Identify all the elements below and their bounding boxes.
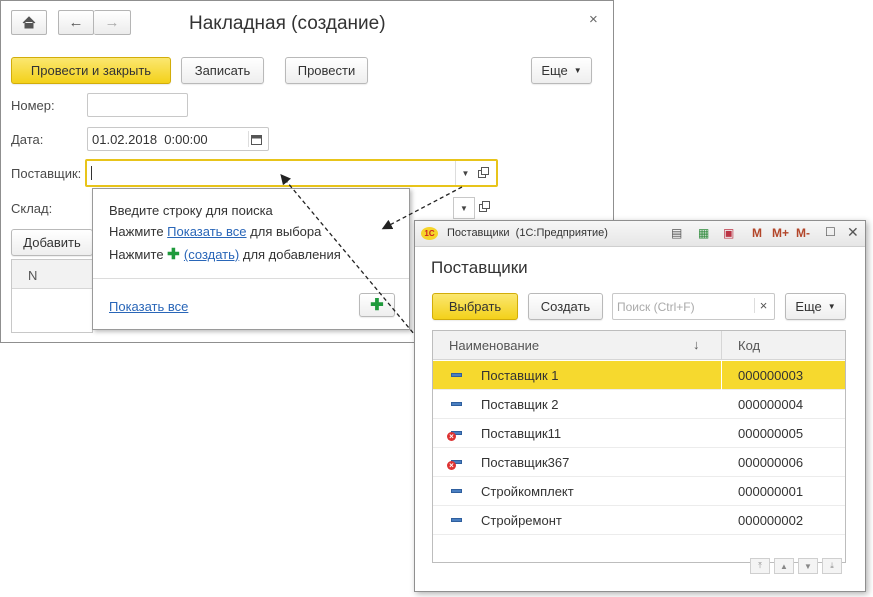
column-header-code[interactable]: Код xyxy=(738,338,760,353)
search-placeholder: Поиск (Ctrl+F) xyxy=(617,299,695,314)
chevron-down-icon: ▼ xyxy=(827,302,836,311)
row-code: 000000006 xyxy=(738,455,804,470)
triangle-down-icon: ▼ xyxy=(804,561,812,571)
deleted-item-icon xyxy=(447,460,462,470)
scroll-down-button[interactable]: ▼ xyxy=(798,558,818,574)
memory-m-button[interactable]: M xyxy=(752,226,762,240)
clear-icon[interactable]: × xyxy=(754,298,772,313)
row-name: Стройкомплект xyxy=(481,484,574,499)
table-header: Наименование ↓ Код xyxy=(433,331,845,360)
close-icon[interactable]: ✕ xyxy=(847,224,859,241)
table-row[interactable]: Стройремонт 000000002 xyxy=(433,506,845,535)
column-divider xyxy=(721,331,722,360)
triangle-up-icon: ▲ xyxy=(780,561,788,571)
more-button-label: Еще xyxy=(795,299,822,314)
suppliers-window: 1С Поставщики (1С:Предприятие) ▤ ▦ ▣ M M… xyxy=(414,220,866,592)
scroll-up-button[interactable]: ▲ xyxy=(774,558,794,574)
create-button[interactable]: Создать xyxy=(528,293,603,320)
search-input[interactable]: Поиск (Ctrl+F) × xyxy=(612,293,775,320)
maximize-icon[interactable]: ☐ xyxy=(825,225,836,239)
row-code: 000000003 xyxy=(738,368,804,383)
suppliers-heading: Поставщики xyxy=(431,258,528,277)
table-row[interactable]: Поставщик 2 000000004 xyxy=(433,390,845,419)
column-divider xyxy=(721,361,722,390)
sort-desc-icon: ↓ xyxy=(693,337,700,352)
deleted-item-icon xyxy=(447,431,462,441)
memory-plus-button[interactable]: M+ xyxy=(772,226,789,240)
item-icon xyxy=(451,402,462,406)
table-row[interactable]: Поставщик11 000000005 xyxy=(433,419,845,448)
table-row[interactable]: Поставщик367 000000006 xyxy=(433,448,845,477)
suppliers-table: Наименование ↓ Код Поставщик 1 000000003… xyxy=(432,330,846,563)
spreadsheet-icon[interactable]: ▦ xyxy=(698,226,709,240)
item-icon xyxy=(451,518,462,522)
row-code: 000000001 xyxy=(738,484,804,499)
column-header-name[interactable]: Наименование xyxy=(449,338,539,353)
row-name: Поставщик11 xyxy=(481,426,562,441)
row-name: Поставщик 2 xyxy=(481,397,559,412)
scroll-top-icon: ⤒ xyxy=(758,561,762,570)
calendar-icon[interactable]: ▣ xyxy=(723,226,734,240)
1c-logo-icon: 1С xyxy=(421,227,438,240)
table-row[interactable]: Стройкомплект 000000001 xyxy=(433,477,845,506)
scroll-top-button[interactable]: ⤒ xyxy=(750,558,770,574)
row-name: Поставщик367 xyxy=(481,455,570,470)
suppliers-titlebar: 1С Поставщики (1С:Предприятие) ▤ ▦ ▣ M M… xyxy=(415,221,865,247)
row-name: Поставщик 1 xyxy=(481,368,559,383)
row-code: 000000005 xyxy=(738,426,804,441)
row-code: 000000004 xyxy=(738,397,804,412)
scroll-bottom-icon: ⤓ xyxy=(830,561,834,570)
suppliers-window-title: Поставщики (1С:Предприятие) xyxy=(447,227,608,239)
more-button[interactable]: Еще ▼ xyxy=(785,293,846,320)
memory-minus-button[interactable]: M- xyxy=(796,226,810,240)
select-button[interactable]: Выбрать xyxy=(432,293,518,320)
print-icon[interactable]: ▤ xyxy=(671,226,682,240)
row-code: 000000002 xyxy=(738,513,804,528)
row-name: Стройремонт xyxy=(481,513,562,528)
scroll-bottom-button[interactable]: ⤓ xyxy=(822,558,842,574)
item-icon xyxy=(451,373,462,377)
item-icon xyxy=(451,489,462,493)
table-row[interactable]: Поставщик 1 000000003 xyxy=(433,361,845,390)
